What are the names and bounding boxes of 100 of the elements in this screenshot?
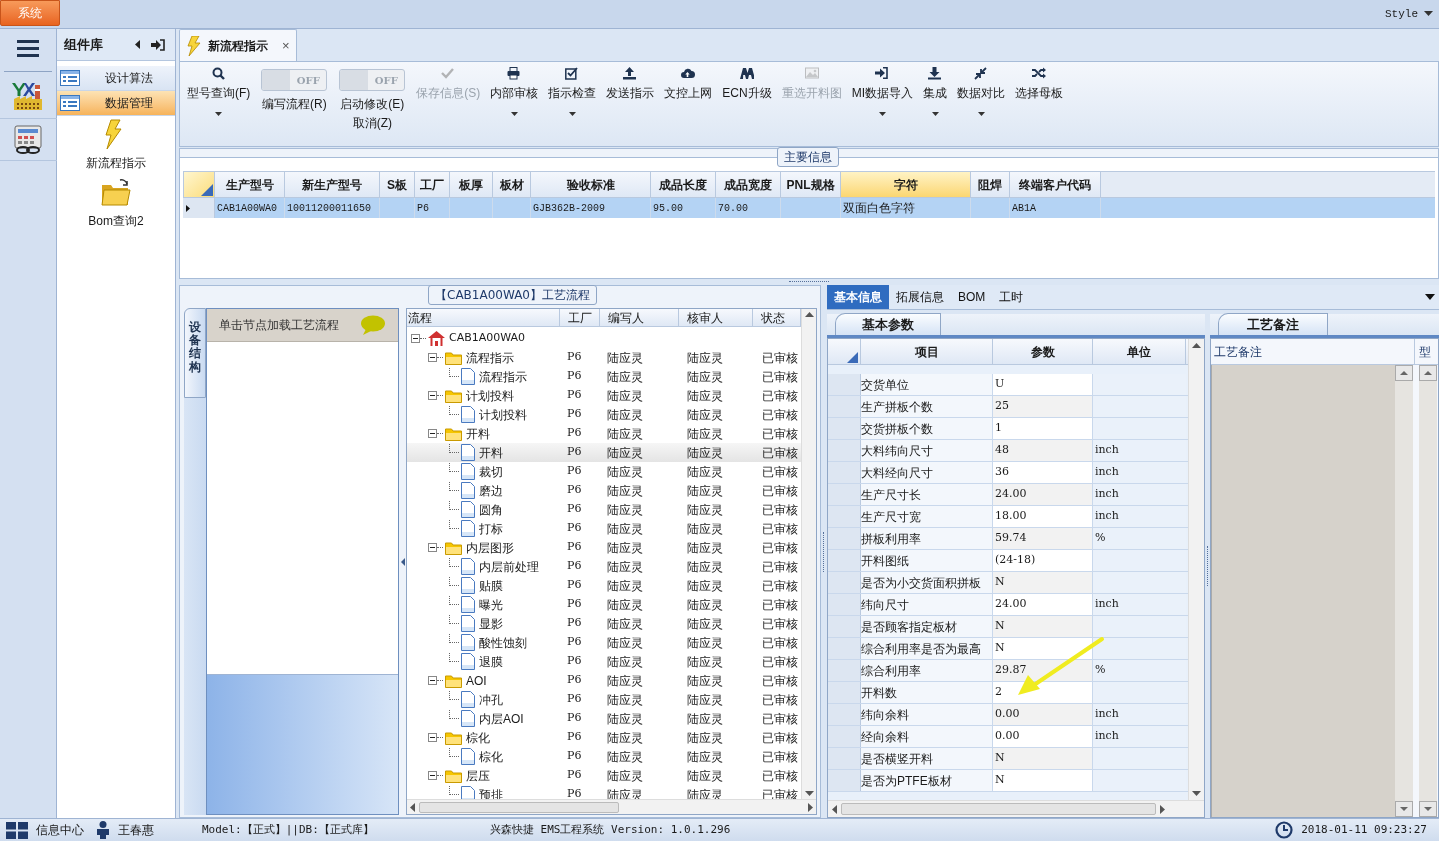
toolbar-button[interactable]: 选择母板 — [1010, 65, 1068, 102]
collapse-icon[interactable] — [428, 676, 437, 685]
row-header-cell — [828, 418, 861, 439]
tree-row[interactable]: 内层前处理 P6 陆应灵 陆应灵 已审核 — [407, 557, 801, 576]
tab[interactable]: 拓展信息 — [889, 285, 951, 309]
column-header[interactable]: 流程 — [407, 309, 561, 327]
column-header[interactable]: 工厂 — [560, 309, 600, 327]
tree-row[interactable]: 曝光 P6 陆应灵 陆应灵 已审核 — [407, 595, 801, 614]
document-tab[interactable]: 新流程指示 × — [179, 29, 297, 61]
document-icon — [461, 748, 475, 765]
table-cell-text: 陆应灵 — [607, 520, 643, 538]
tree-row[interactable]: 酸性蚀刻 P6 陆应灵 陆应灵 已审核 — [407, 633, 801, 652]
tree-row[interactable]: 裁切 P6 陆应灵 陆应灵 已审核 — [407, 462, 801, 481]
binoculars-icon — [740, 67, 754, 80]
column-header[interactable]: 板厚 — [450, 171, 493, 198]
table-cell: 生产尺寸长 — [861, 484, 993, 505]
table-cell: 24.00 — [993, 594, 1093, 615]
column-header[interactable]: 板材 — [493, 171, 531, 198]
tree-row[interactable]: 磨边 P6 陆应灵 陆应灵 已审核 — [407, 481, 801, 500]
tree-row[interactable]: 圆角 P6 陆应灵 陆应灵 已审核 — [407, 500, 801, 519]
column-header[interactable]: 终端客户代码 — [1010, 171, 1101, 198]
folder-icon — [445, 350, 462, 365]
tree-row[interactable]: 显影 P6 陆应灵 陆应灵 已审核 — [407, 614, 801, 633]
column-header[interactable]: 成品宽度 — [716, 171, 781, 198]
column-header[interactable]: 工厂 — [415, 171, 450, 198]
panel-tab[interactable]: 工艺备注 — [1218, 313, 1328, 335]
category-item[interactable]: 设计算法 — [57, 66, 175, 91]
tree-row[interactable]: 贴膜 P6 陆应灵 陆应灵 已审核 — [407, 576, 801, 595]
upload-icon — [623, 67, 638, 80]
close-button[interactable]: × — [282, 35, 290, 56]
table-cell: 25 — [993, 396, 1093, 417]
column-header[interactable]: 字符 — [841, 171, 971, 198]
category-item[interactable]: 数据管理 — [57, 91, 175, 116]
tree-row[interactable]: 冲孔 P6 陆应灵 陆应灵 已审核 — [407, 690, 801, 709]
collapse-icon[interactable] — [428, 429, 437, 438]
tree-row[interactable]: 层压 P6 陆应灵 陆应灵 已审核 — [407, 766, 801, 785]
column-header[interactable]: 新生产型号 — [285, 171, 380, 198]
table-cell: P6 — [567, 748, 582, 765]
tree-row[interactable]: 计划投料 P6 陆应灵 陆应灵 已审核 — [407, 405, 801, 424]
collapse-icon[interactable] — [428, 391, 437, 400]
tree-row[interactable]: 流程指示 P6 陆应灵 陆应灵 已审核 — [407, 348, 801, 367]
scrollbar[interactable] — [1419, 365, 1437, 817]
toolbar-button[interactable]: 指示检查 — [543, 65, 602, 117]
collapse-icon[interactable] — [411, 334, 420, 343]
tree-row[interactable]: 棕化 P6 陆应灵 陆应灵 已审核 — [407, 747, 801, 766]
tree-row[interactable]: 内层AOI P6 陆应灵 陆应灵 已审核 — [407, 709, 801, 728]
column-header[interactable]: 型 — [1415, 339, 1438, 365]
tree-row[interactable]: 计划投料 P6 陆应灵 陆应灵 已审核 — [407, 386, 801, 405]
toolbar-button[interactable]: MI数据导入 — [846, 65, 918, 117]
row-header-cell — [828, 484, 861, 505]
folder-icon — [100, 177, 132, 208]
table-cell: P6 — [567, 615, 582, 632]
collapse-icon[interactable] — [428, 733, 437, 742]
toolbar-button[interactable]: 数据对比 — [952, 65, 1010, 117]
scrollbar[interactable] — [1188, 339, 1204, 800]
launcher-item[interactable]: 新流程指示 — [57, 116, 175, 174]
scrollbar[interactable] — [1395, 365, 1413, 817]
info-center-link[interactable]: 信息中心 — [36, 821, 84, 839]
column-header[interactable]: S板 — [380, 171, 415, 198]
tree-row[interactable]: 流程指示 P6 陆应灵 陆应灵 已审核 — [407, 367, 801, 386]
panel-tab[interactable]: 基本参数 — [835, 313, 941, 335]
toolbar-button[interactable]: ECN升级 — [717, 65, 777, 102]
group-title: 【CAB1A00WA0】工艺流程 — [428, 285, 597, 305]
tree-row[interactable]: 开料 P6 陆应灵 陆应灵 已审核 — [407, 443, 801, 462]
tree-row[interactable]: 退膜 P6 陆应灵 陆应灵 已审核 — [407, 652, 801, 671]
tab[interactable]: BOM — [951, 285, 993, 309]
tree-row[interactable]: AOI P6 陆应灵 陆应灵 已审核 — [407, 671, 801, 690]
side-tab[interactable]: 设备结构 — [184, 308, 206, 398]
column-header[interactable]: 阻焊 — [971, 171, 1010, 198]
tree-row[interactable]: 内层图形 P6 陆应灵 陆应灵 已审核 — [407, 538, 801, 557]
scrollbar[interactable] — [407, 799, 816, 814]
collapse-icon[interactable] — [428, 543, 437, 552]
tree-row[interactable]: CAB1A00WA0 — [407, 329, 801, 348]
launcher-item[interactable]: Bom查询2 — [57, 174, 175, 232]
column-header[interactable]: 编写人 — [599, 309, 680, 327]
style-menu[interactable]: Style — [1385, 6, 1418, 23]
toolbar-button[interactable]: 文控上网 — [659, 65, 718, 102]
tab[interactable]: 基本信息 — [827, 285, 889, 309]
tab[interactable]: 工时 — [992, 285, 1031, 309]
column-header[interactable]: PNL规格 — [781, 171, 841, 198]
scrollbar[interactable] — [801, 309, 816, 799]
column-header[interactable]: 成品长度 — [651, 171, 716, 198]
table-cell-text: 已审核 — [762, 387, 798, 405]
scrollbar[interactable] — [828, 800, 1204, 817]
table-cell-text: 陆应灵 — [687, 634, 723, 652]
toolbar-button[interactable]: 型号查询(F) — [182, 65, 256, 117]
column-header[interactable]: 生产型号 — [215, 171, 285, 198]
tree-row[interactable]: 打标 P6 陆应灵 陆应灵 已审核 — [407, 519, 801, 538]
tree-row[interactable]: 棕化 P6 陆应灵 陆应灵 已审核 — [407, 728, 801, 747]
toolbar-button[interactable]: 内部审核 — [485, 65, 544, 117]
table-row[interactable]: CAB1A00WA0 10011200011650 P6 GJB362B-2009 95.00 70.00 双面白色字符 AB1A — [183, 198, 1435, 218]
column-header[interactable]: 验收标准 — [531, 171, 651, 198]
collapse-icon[interactable] — [428, 353, 437, 362]
column-header[interactable]: 核审人 — [679, 309, 754, 327]
collapse-icon[interactable] — [428, 771, 437, 780]
toolbar-button[interactable]: 集成 — [918, 65, 952, 117]
notes-field[interactable] — [1211, 365, 1395, 817]
tree-row[interactable]: 开料 P6 陆应灵 陆应灵 已审核 — [407, 424, 801, 443]
row-header-cell — [828, 550, 861, 571]
toolbar-button[interactable]: 发送指示 — [601, 65, 660, 102]
